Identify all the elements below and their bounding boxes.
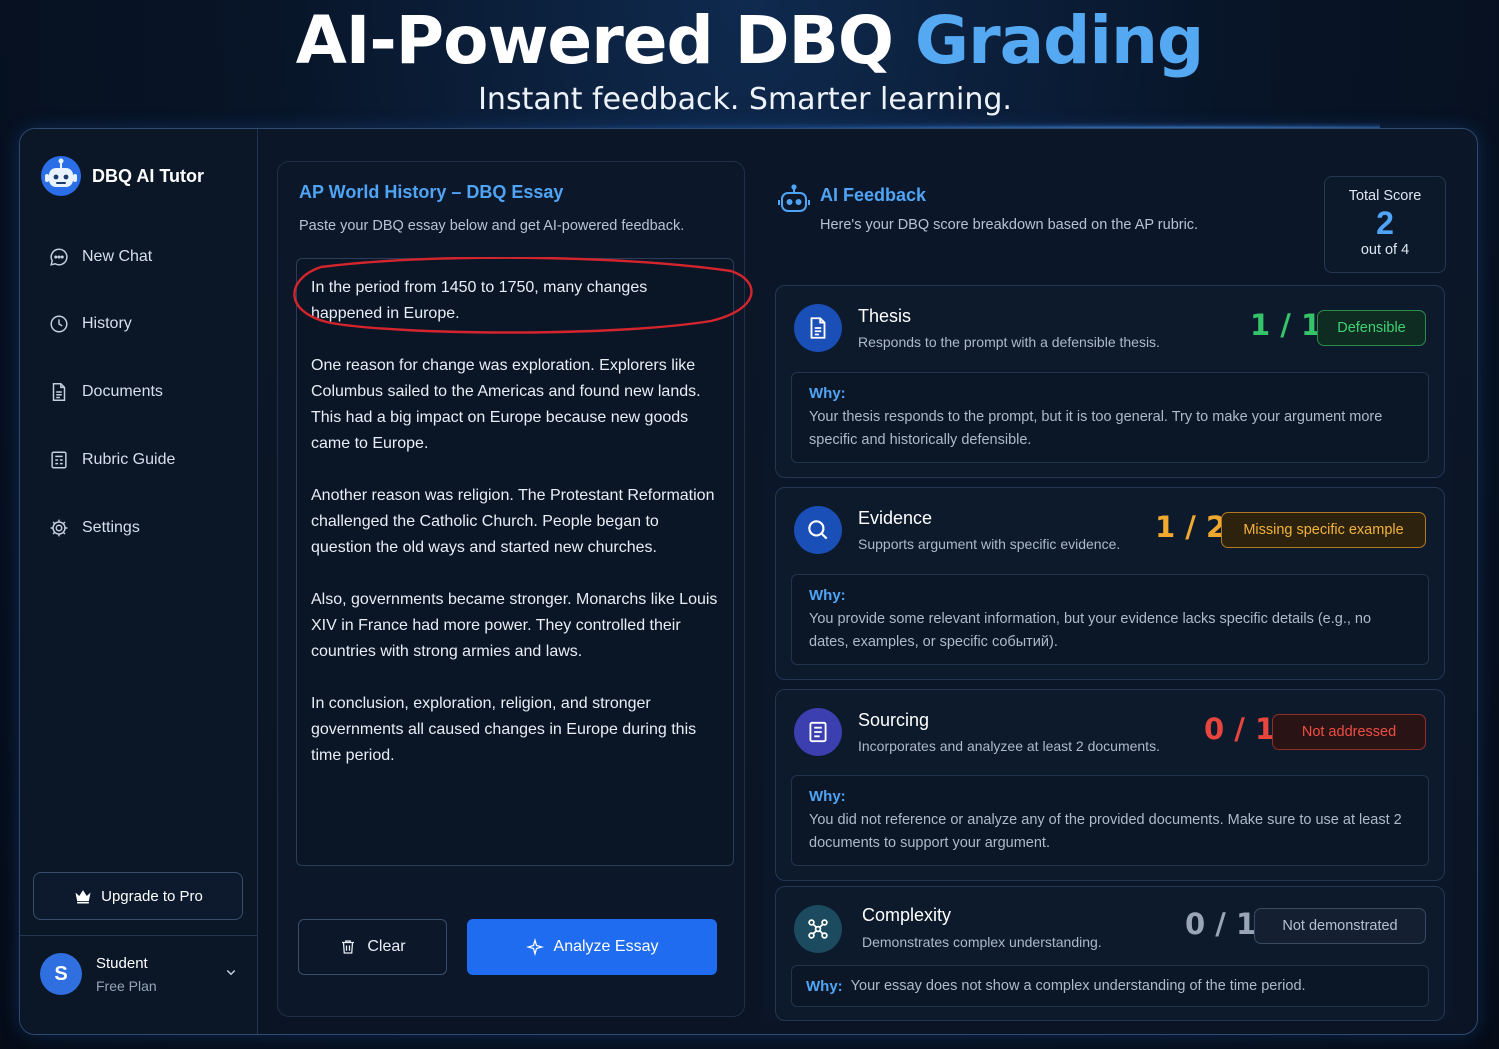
total-score-value: 2 — [1376, 205, 1394, 241]
user-info: Student Free Plan — [96, 955, 157, 994]
feedback-panel: AI Feedback Here's your DBQ score breakd… — [763, 161, 1453, 1021]
card-title: Thesis — [858, 306, 912, 326]
chat-icon — [50, 248, 68, 266]
hero-title-main: AI-Powered DBQ — [295, 2, 915, 79]
hero-subtitle: Instant feedback. Smarter learning. — [478, 82, 1012, 117]
card-title: Sourcing — [858, 710, 930, 730]
card-title: Evidence — [858, 508, 933, 528]
upgrade-label: Upgrade to Pro — [101, 887, 203, 905]
card-subtitle: Supports argument with specific evidence… — [858, 536, 1121, 552]
sidebar-item-label: New Chat — [82, 248, 153, 265]
list-document-icon — [809, 721, 827, 743]
sidebar-item-label: Settings — [82, 519, 140, 536]
card-icon-wrap — [794, 506, 842, 554]
card-score: 1 / 1 — [1250, 308, 1322, 342]
rubric-icon — [51, 451, 67, 469]
why-text: Your essay does not show a complex under… — [850, 977, 1306, 994]
why-box: Why: You provide some relevant informati… — [791, 574, 1429, 665]
brand: DBQ AI Tutor — [40, 155, 204, 197]
card-score: 1 / 2 — [1155, 510, 1227, 544]
essay-paragraph: In the period from 1450 to 1750, many ch… — [311, 279, 648, 322]
hero-title-accent: Grading — [914, 2, 1204, 79]
clear-label: Clear — [367, 938, 406, 955]
card-icon-wrap — [794, 304, 842, 352]
gear-icon — [50, 519, 68, 537]
essay-title: AP World History – DBQ Essay — [299, 182, 564, 202]
why-box: Why: Your essay does not show a complex … — [791, 965, 1429, 1007]
total-score-box: Total Score 2 out of 4 — [1324, 176, 1446, 273]
document-icon — [52, 383, 66, 401]
status-badge: Defensible — [1317, 310, 1426, 346]
feedback-description: Here's your DBQ score breakdown based on… — [820, 217, 1199, 233]
rubric-card-thesis: Thesis Responds to the prompt with a def… — [775, 285, 1445, 478]
essay-description: Paste your DBQ essay below and get AI-po… — [299, 218, 685, 234]
why-box: Why: You did not reference or analyze an… — [791, 775, 1429, 866]
why-label: Why: — [809, 788, 846, 805]
analyze-label: Analyze Essay — [553, 938, 659, 955]
card-title: Complexity — [862, 905, 952, 925]
rubric-card-sourcing: Sourcing Incorporates and analyzee at le… — [775, 689, 1445, 881]
why-text: Your thesis responds to the prompt, but … — [809, 409, 1383, 448]
search-icon — [808, 520, 828, 540]
user-menu[interactable]: S Student Free Plan — [40, 953, 240, 995]
clock-icon — [50, 315, 68, 333]
sidebar-item-label: Rubric Guide — [82, 451, 176, 468]
status-badge: Missing specific example — [1221, 512, 1426, 548]
crown-icon — [75, 890, 91, 904]
sidebar-item-documents[interactable]: Documents — [48, 381, 163, 403]
why-label: Why: — [809, 587, 846, 604]
robot-icon — [778, 184, 810, 212]
sidebar-item-settings[interactable]: Settings — [48, 517, 140, 539]
essay-textarea[interactable]: In the period from 1450 to 1750, many ch… — [293, 257, 753, 866]
why-box: Why: Your thesis responds to the prompt,… — [791, 372, 1429, 463]
divider — [20, 935, 258, 936]
total-score-label: Total Score — [1348, 188, 1422, 204]
essay-paragraph: In conclusion, exploration, religion, an… — [311, 695, 697, 764]
essay-panel: AP World History – DBQ Essay Paste your … — [277, 161, 753, 1017]
user-name: Student — [96, 954, 148, 972]
rubric-card-complexity: Complexity Demonstrates complex understa… — [775, 886, 1445, 1021]
sidebar-item-new-chat[interactable]: New Chat — [48, 246, 152, 268]
trash-icon — [342, 940, 355, 954]
card-subtitle: Responds to the prompt with a defensible… — [858, 334, 1160, 350]
essay-paragraph: Another reason was religion. The Protest… — [311, 487, 715, 556]
rubric-card-evidence: Evidence Supports argument with specific… — [775, 487, 1445, 680]
sparkle-icon — [525, 938, 544, 956]
robot-logo-icon — [41, 156, 81, 196]
card-subtitle: Incorporates and analyzee at least 2 doc… — [858, 738, 1160, 754]
app-window: DBQ AI Tutor New Chat History Documents … — [19, 128, 1478, 1035]
chevron-down-icon[interactable] — [222, 963, 240, 981]
total-score-out-of: out of 4 — [1360, 242, 1410, 258]
sidebar-item-history[interactable]: History — [48, 313, 132, 335]
sidebar-item-label: Documents — [82, 383, 163, 400]
why-text: You provide some relevant information, b… — [809, 611, 1372, 650]
upgrade-button[interactable]: Upgrade to Pro — [33, 872, 243, 920]
analyze-essay-button[interactable]: Analyze Essay — [467, 919, 717, 975]
sidebar-item-label: History — [82, 315, 132, 332]
sidebar-item-rubric-guide[interactable]: Rubric Guide — [48, 449, 175, 471]
why-text: You did not reference or analyze any of … — [809, 812, 1402, 851]
hero-title: AI-Powered DBQ Grading — [0, 2, 1499, 79]
card-subtitle: Demonstrates complex understanding. — [862, 934, 1102, 950]
user-plan: Free Plan — [96, 977, 157, 994]
card-score: 0 / 1 — [1185, 907, 1257, 941]
brand-name: DBQ AI Tutor — [92, 165, 204, 186]
card-icon-wrap — [794, 905, 842, 953]
essay-paragraph: Also, governments became stronger. Monar… — [311, 591, 718, 660]
feedback-title: AI Feedback — [820, 185, 927, 205]
why-label: Why: — [809, 385, 846, 402]
status-badge: Not addressed — [1272, 714, 1426, 750]
clear-button[interactable]: Clear — [298, 919, 447, 975]
essay-paragraph: One reason for change was exploration. E… — [311, 357, 701, 452]
network-icon — [808, 919, 828, 939]
card-icon-wrap — [794, 708, 842, 756]
sidebar: DBQ AI Tutor New Chat History Documents … — [20, 129, 258, 1034]
card-score: 0 / 1 — [1204, 712, 1276, 746]
avatar: S — [40, 953, 82, 995]
document-icon — [810, 317, 826, 339]
why-label: Why: — [806, 977, 843, 995]
status-badge: Not demonstrated — [1254, 908, 1426, 944]
